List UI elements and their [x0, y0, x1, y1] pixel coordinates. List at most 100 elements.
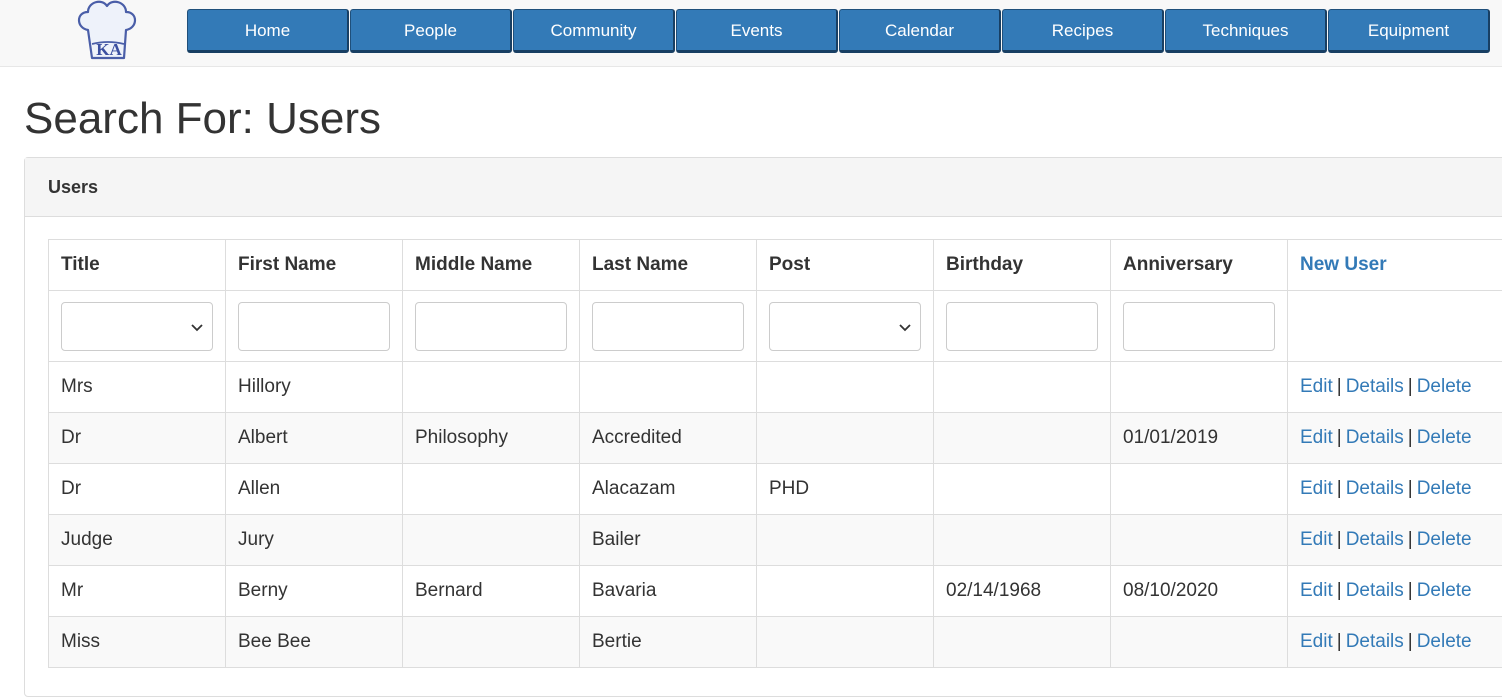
new-user-link[interactable]: New User — [1300, 254, 1387, 275]
details-link[interactable]: Details — [1346, 478, 1404, 499]
column-header-birthday[interactable]: Birthday — [934, 240, 1111, 291]
chevron-down-icon — [898, 320, 912, 334]
cell-first-name: Berny — [226, 566, 403, 617]
separator: | — [1404, 478, 1417, 499]
cell-title: Mr — [49, 566, 226, 617]
column-header-post[interactable]: Post — [757, 240, 934, 291]
cell-actions: Edit|Details|Delete — [1288, 464, 1502, 515]
separator: | — [1333, 427, 1346, 448]
delete-link[interactable]: Delete — [1417, 529, 1472, 550]
anniversary-filter-input[interactable] — [1123, 302, 1275, 351]
edit-link[interactable]: Edit — [1300, 376, 1333, 397]
separator: | — [1333, 376, 1346, 397]
cell-birthday: 02/14/1968 — [934, 566, 1111, 617]
cell-last-name — [580, 362, 757, 413]
edit-link[interactable]: Edit — [1300, 478, 1333, 499]
cell-last-name: Alacazam — [580, 464, 757, 515]
column-header-middle-name[interactable]: Middle Name — [403, 240, 580, 291]
cell-middle-name: Bernard — [403, 566, 580, 617]
logo-text: KA — [96, 40, 122, 59]
filter-cell-empty — [1288, 291, 1502, 362]
filter-cell — [757, 291, 934, 362]
column-header-first-name[interactable]: First Name — [226, 240, 403, 291]
chef-hat-logo-icon[interactable]: KA — [74, 0, 140, 64]
cell-actions: Edit|Details|Delete — [1288, 515, 1502, 566]
cell-post — [757, 617, 934, 668]
edit-link[interactable]: Edit — [1300, 427, 1333, 448]
cell-anniversary — [1111, 515, 1288, 566]
filter-cell — [49, 291, 226, 362]
last-name-filter-input[interactable] — [592, 302, 744, 351]
edit-link[interactable]: Edit — [1300, 529, 1333, 550]
nav-events-button[interactable]: Events — [676, 9, 838, 53]
column-header-last-name[interactable]: Last Name — [580, 240, 757, 291]
cell-birthday — [934, 413, 1111, 464]
separator: | — [1333, 580, 1346, 601]
cell-middle-name — [403, 515, 580, 566]
cell-actions: Edit|Details|Delete — [1288, 413, 1502, 464]
details-link[interactable]: Details — [1346, 376, 1404, 397]
cell-first-name: Albert — [226, 413, 403, 464]
details-link[interactable]: Details — [1346, 427, 1404, 448]
separator: | — [1404, 580, 1417, 601]
delete-link[interactable]: Delete — [1417, 376, 1472, 397]
cell-anniversary — [1111, 362, 1288, 413]
cell-post — [757, 362, 934, 413]
column-header-anniversary[interactable]: Anniversary — [1111, 240, 1288, 291]
table-row: Mr Berny Bernard Bavaria 02/14/1968 08/1… — [49, 566, 1502, 617]
cell-post — [757, 515, 934, 566]
title-filter-select[interactable] — [61, 302, 213, 351]
separator: | — [1333, 478, 1346, 499]
edit-link[interactable]: Edit — [1300, 631, 1333, 652]
page-title: Search For: Users — [24, 92, 381, 146]
cell-last-name: Accredited — [580, 413, 757, 464]
nav-people-button[interactable]: People — [350, 9, 512, 53]
filter-cell — [226, 291, 403, 362]
nav-techniques-button[interactable]: Techniques — [1165, 9, 1327, 53]
separator: | — [1404, 427, 1417, 448]
delete-link[interactable]: Delete — [1417, 478, 1472, 499]
nav-community-button[interactable]: Community — [513, 9, 675, 53]
users-table: Title First Name Middle Name Last Name P… — [48, 239, 1502, 668]
nav-home-button[interactable]: Home — [187, 9, 349, 53]
delete-link[interactable]: Delete — [1417, 580, 1472, 601]
cell-first-name: Bee Bee — [226, 617, 403, 668]
cell-middle-name — [403, 464, 580, 515]
top-navbar: KA Home People Community Events Calendar… — [0, 0, 1502, 67]
cell-post: PHD — [757, 464, 934, 515]
post-filter-select[interactable] — [769, 302, 921, 351]
first-name-filter-input[interactable] — [238, 302, 390, 351]
cell-post — [757, 413, 934, 464]
cell-first-name: Hillory — [226, 362, 403, 413]
cell-title: Judge — [49, 515, 226, 566]
cell-birthday — [934, 464, 1111, 515]
table-row: Judge Jury Bailer Edit|Details|Delete — [49, 515, 1502, 566]
nav-equipment-button[interactable]: Equipment — [1328, 9, 1490, 53]
table-header-row: Title First Name Middle Name Last Name P… — [49, 240, 1502, 291]
cell-first-name: Jury — [226, 515, 403, 566]
filter-row — [49, 291, 1502, 362]
delete-link[interactable]: Delete — [1417, 427, 1472, 448]
nav-recipes-button[interactable]: Recipes — [1002, 9, 1164, 53]
cell-post — [757, 566, 934, 617]
cell-actions: Edit|Details|Delete — [1288, 617, 1502, 668]
column-header-title[interactable]: Title — [49, 240, 226, 291]
separator: | — [1404, 631, 1417, 652]
details-link[interactable]: Details — [1346, 529, 1404, 550]
separator: | — [1404, 529, 1417, 550]
table-row: Miss Bee Bee Bertie Edit|Details|Delete — [49, 617, 1502, 668]
details-link[interactable]: Details — [1346, 631, 1404, 652]
cell-anniversary — [1111, 464, 1288, 515]
cell-actions: Edit|Details|Delete — [1288, 566, 1502, 617]
nav-calendar-button[interactable]: Calendar — [839, 9, 1001, 53]
delete-link[interactable]: Delete — [1417, 631, 1472, 652]
new-user-cell: New User — [1288, 240, 1502, 291]
details-link[interactable]: Details — [1346, 580, 1404, 601]
separator: | — [1404, 376, 1417, 397]
cell-birthday — [934, 362, 1111, 413]
birthday-filter-input[interactable] — [946, 302, 1098, 351]
middle-name-filter-input[interactable] — [415, 302, 567, 351]
separator: | — [1333, 529, 1346, 550]
filter-cell — [1111, 291, 1288, 362]
edit-link[interactable]: Edit — [1300, 580, 1333, 601]
